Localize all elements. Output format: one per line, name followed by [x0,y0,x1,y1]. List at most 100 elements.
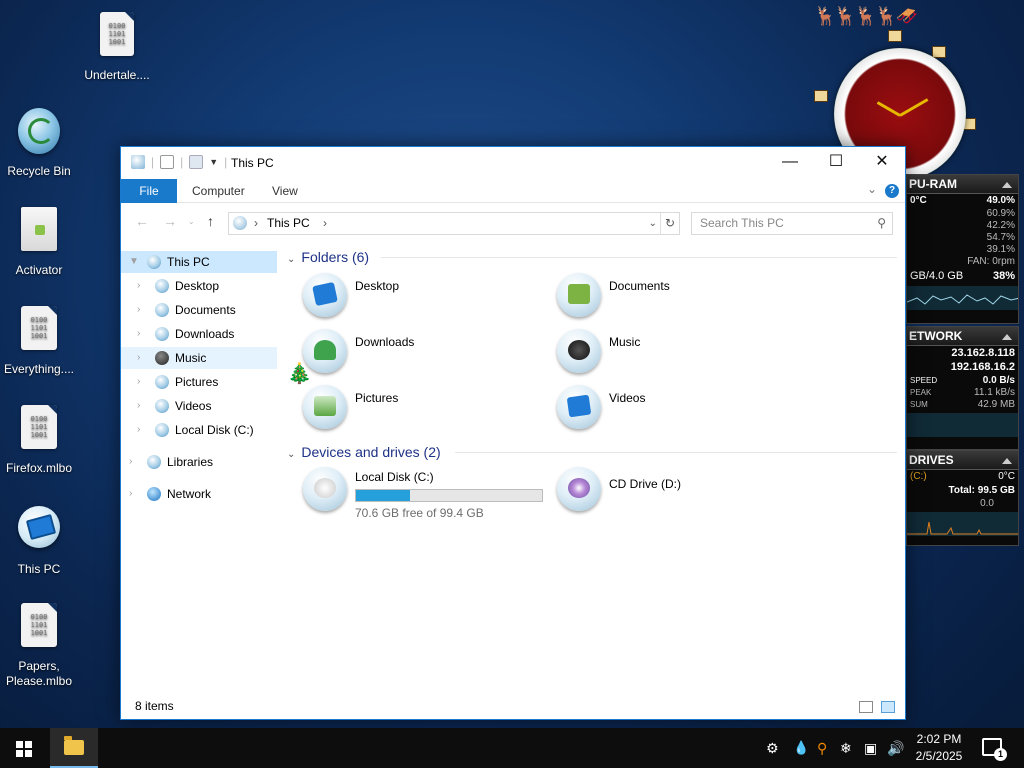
desktop-icon-activator[interactable]: Activator [0,203,79,278]
house-icon [932,46,946,58]
drive-label: (C:) [910,471,927,482]
desktop-icon-everything[interactable]: 0100 1101 1001 Everything.... [0,302,79,377]
details-view-icon[interactable] [859,701,873,713]
address-dropdown-icon[interactable]: ⌄ [649,213,657,234]
navigation-bar: ← → ⌄ ↑ › This PC › ⌄ ↻ Search This PC ⚲ [121,203,905,239]
desktop-icon-firefox[interactable]: 0100 1101 1001 Firefox.mlbo [0,401,79,476]
sidebar-item-desktop[interactable]: › Desktop [121,275,277,297]
help-icon[interactable]: ? [885,184,899,198]
breadcrumb-separator[interactable]: › [254,213,258,234]
minimize-button[interactable]: — [767,147,813,177]
folder-name: Downloads [355,335,415,349]
sidebar-item-music[interactable]: › Music [121,347,277,369]
chevron-down-icon[interactable]: ▼ [129,251,139,273]
sidebar-item-label: Downloads [175,327,235,341]
folder-tile-pictures[interactable]: Pictures [303,385,553,437]
sum-value: 42.9 MB [977,399,1015,410]
collapse-icon[interactable] [1002,334,1012,340]
clock-time: 2:02 PM [916,732,962,746]
chevron-right-icon[interactable]: › [137,323,140,345]
breadcrumb[interactable]: This PC [267,213,310,234]
drives-gadget[interactable]: DRIVES (C:) 0°C Total: 99.5 GB 0.0 [906,450,1019,546]
start-button[interactable] [0,728,48,768]
volume-icon[interactable]: 🔊 [887,740,904,757]
sidebar-item-local-disk[interactable]: › Local Disk (C:) [121,419,277,441]
chevron-down-icon[interactable]: ⌄ [287,449,295,460]
properties-icon[interactable] [160,155,175,169]
breadcrumb-separator[interactable]: › [323,213,327,234]
title-bar[interactable]: | | ▼ | This PC — ☐ ✕ [121,147,905,179]
binary-file-icon: 0100 1101 1001 [93,12,141,64]
collapse-icon[interactable] [1002,182,1012,188]
taskbar-clock[interactable]: 2:02 PM 2/5/2025 [904,731,974,765]
folder-name: Videos [609,391,646,405]
drive-tile-local-disk[interactable]: Local Disk (C:) 70.6 GB free of 99.4 GB [303,467,553,520]
new-folder-icon[interactable] [189,155,204,169]
computer-icon [147,255,161,269]
file-explorer-window[interactable]: | | ▼ | This PC — ☐ ✕ File Computer View… [120,146,906,720]
sidebar-item-libraries[interactable]: › Libraries [121,451,277,473]
folder-tile-desktop[interactable]: Desktop [303,273,553,325]
folder-tile-videos[interactable]: Videos [557,385,807,437]
folder-tile-downloads[interactable]: Downloads [303,329,553,381]
search-box[interactable]: Search This PC ⚲ [691,212,893,235]
sidebar-item-network[interactable]: › Network [121,483,277,505]
chevron-right-icon[interactable]: › [137,347,140,369]
folder-name: Documents [609,279,670,293]
binary-file-icon: 0100 1101 1001 [15,306,63,358]
droplet-tray-icon[interactable]: 💧 [793,740,809,756]
chevron-right-icon[interactable]: › [137,275,140,297]
sidebar-item-this-pc[interactable]: ▼ This PC [121,251,277,273]
downloads-folder-icon [303,329,347,373]
sidebar-item-videos[interactable]: › Videos [121,395,277,417]
folder-tile-music[interactable]: Music [557,329,807,381]
desktop-icon-papers-please[interactable]: 0100 1101 1001 Papers, Please.mlbo [0,599,79,689]
public-ip: 23.162.8.118 [951,347,1015,359]
network-tray-icon[interactable]: ▣ [864,740,877,757]
drive-tile-cd[interactable]: CD Drive (D:) [557,467,807,519]
address-bar[interactable]: › This PC › ⌄ ↻ [228,212,680,235]
reindeer-sleigh-icon: 🦌🦌🦌🦌🛷 [814,6,918,26]
sidebar-item-downloads[interactable]: › Downloads [121,323,277,345]
snowflake-tray-icon[interactable]: ❄ [840,740,852,757]
sidebar-item-documents[interactable]: › Documents [121,299,277,321]
documents-folder-icon [155,303,169,317]
desktop-icon-recycle-bin[interactable]: Recycle Bin [0,104,79,179]
maximize-button[interactable]: ☐ [813,147,859,177]
close-button[interactable]: ✕ [859,147,905,177]
refresh-icon[interactable]: ↻ [660,213,679,234]
search-tray-icon[interactable]: ⚲ [817,740,827,757]
chevron-right-icon[interactable]: › [137,395,140,417]
folder-tile-documents[interactable]: Documents [557,273,807,325]
chevron-right-icon[interactable]: › [129,483,132,505]
core-usage: 54.7% [986,232,1015,243]
taskbar-file-explorer[interactable] [50,728,98,768]
people-tray-icon[interactable]: ⚙ [766,740,779,757]
group-header-devices[interactable]: ⌄ Devices and drives (2) [287,443,441,461]
chevron-down-icon[interactable]: ⌄ [287,254,295,265]
chevron-right-icon[interactable]: › [129,451,132,473]
chevron-right-icon[interactable]: › [137,371,140,393]
recent-locations-icon[interactable]: ⌄ [188,217,195,226]
group-header-folders[interactable]: ⌄ Folders (6) [287,248,369,266]
large-icons-view-icon[interactable] [881,701,895,713]
up-arrow-icon[interactable]: ↑ [207,213,214,229]
desktop-icon-this-pc[interactable]: This PC [0,500,79,577]
sidebar-item-pictures[interactable]: › Pictures [121,371,277,393]
expand-ribbon-icon[interactable]: ⌄ [867,182,877,196]
customize-toolbar-icon[interactable]: ▼ [209,157,218,167]
binary-file-icon: 0100 1101 1001 [15,405,63,457]
back-arrow-icon[interactable]: ← [135,213,149,229]
chevron-right-icon[interactable]: › [137,299,140,321]
forward-arrow-icon[interactable]: → [163,213,177,229]
tab-view[interactable]: View [272,179,298,203]
collapse-icon[interactable] [1002,458,1012,464]
tab-file[interactable]: File [121,179,177,203]
desktop-icon-label: Everything.... [3,362,75,376]
cpu-ram-gadget[interactable]: PU-RAM 0°C 49.0% 60.9% 42.2% 54.7% 39.1% … [906,174,1019,324]
search-input[interactable]: Search This PC [700,216,784,230]
chevron-right-icon[interactable]: › [137,419,140,441]
network-gadget[interactable]: ETWORK 23.162.8.118 192.168.16.2 SPEED 0.… [906,326,1019,450]
desktop-icon-undertale[interactable]: 0100 1101 1001 Undertale.... [77,8,157,83]
tab-computer[interactable]: Computer [192,179,245,203]
